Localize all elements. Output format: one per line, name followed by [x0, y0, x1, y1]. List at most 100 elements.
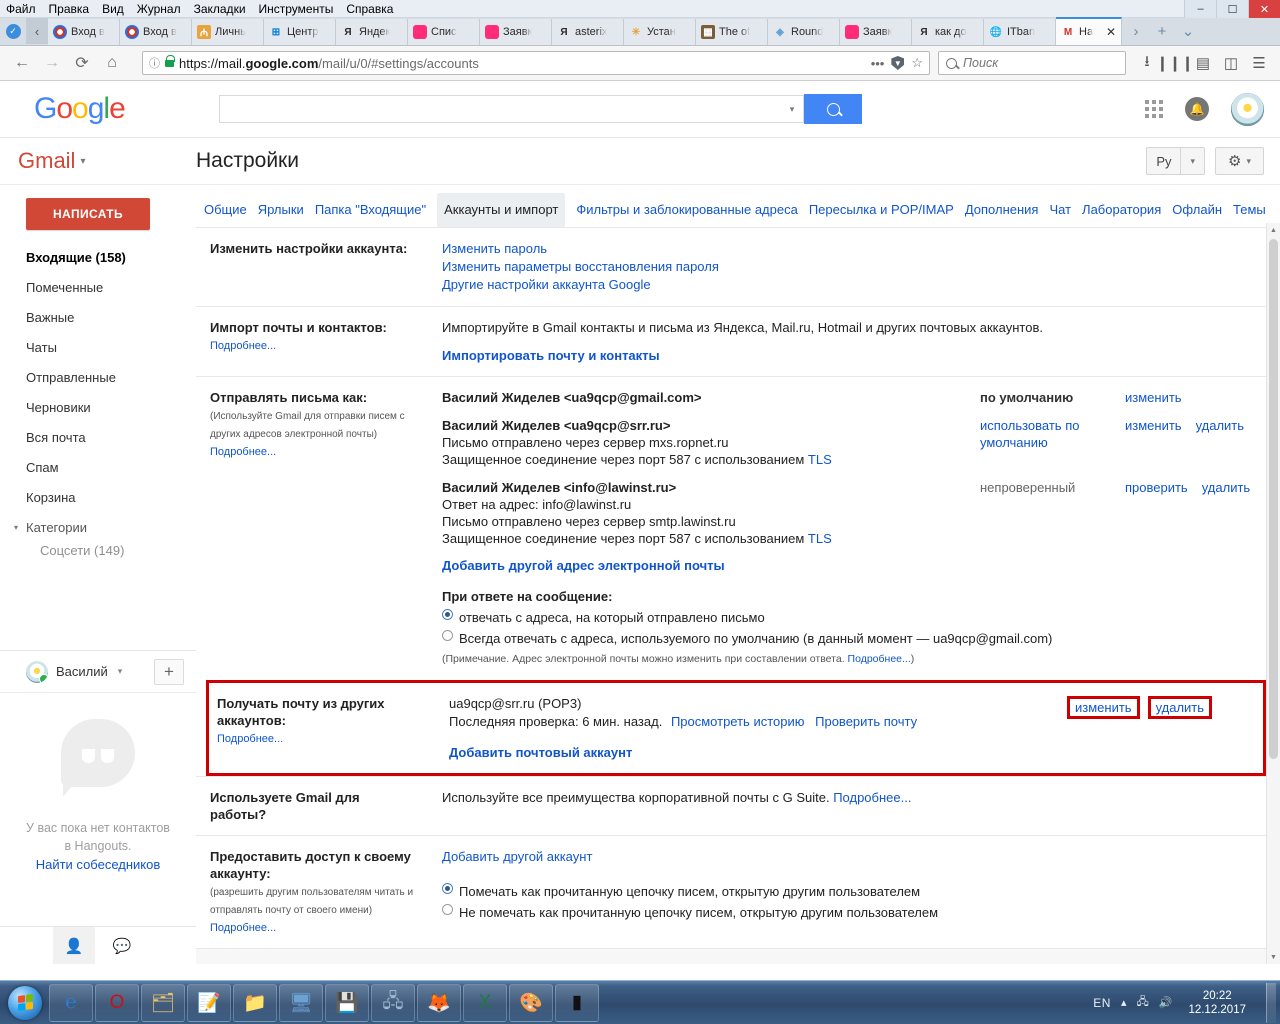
settings-tab[interactable]: Общие — [204, 196, 247, 224]
change-recovery-link[interactable]: Изменить параметры восстановления пароля — [442, 259, 719, 274]
settings-tab[interactable]: Темы — [1233, 196, 1266, 224]
settings-tab[interactable]: Офлайн — [1172, 196, 1222, 224]
gmail-search-input[interactable] — [220, 101, 781, 117]
show-desktop-button[interactable] — [1266, 982, 1276, 1023]
browser-tab[interactable]: ₼ Личнь — [192, 19, 264, 45]
scroll-up-button[interactable]: ▲ — [1267, 223, 1280, 237]
paint-icon[interactable]: 🎨 — [509, 983, 553, 1022]
tray-expand-icon[interactable]: ▴ — [1121, 996, 1127, 1009]
browser-tab[interactable]: ⊞ Центр — [264, 19, 336, 45]
browser-tab[interactable]: 🌐 ITban — [984, 19, 1056, 45]
settings-tab[interactable]: Аккаунты и импорт — [437, 193, 566, 227]
list-all-tabs-icon[interactable]: ⌄ — [1176, 18, 1200, 44]
delegate-option-row-2[interactable]: Не помечать как прочитанную цепочку писе… — [442, 904, 1280, 921]
cmd-icon[interactable]: ▮ — [555, 983, 599, 1022]
person-icon[interactable]: 👤 — [53, 927, 95, 964]
sidebar-icon[interactable]: ◫ — [1218, 49, 1244, 77]
gmail-search-box[interactable]: ▾ — [219, 95, 804, 123]
reply-option-row-1[interactable]: отвечать с адреса, на который отправлено… — [442, 609, 1280, 626]
chevron-down-icon[interactable]: ▾ — [1181, 148, 1204, 174]
sidebar-item-mailbox[interactable]: Чаты — [0, 332, 196, 362]
menu-tools[interactable]: Инструменты — [259, 2, 334, 16]
gsuite-more-link[interactable]: Подробнее... — [833, 790, 911, 805]
address-bar[interactable]: ⓘ https://mail.google.com/mail/u/0/#sett… — [142, 51, 930, 75]
sidebar-item-inbox[interactable]: Входящие (158) — [0, 242, 196, 272]
browser-tab[interactable]: Заявк — [840, 19, 912, 45]
browser-tab[interactable]: Якак до — [912, 19, 984, 45]
settings-tab[interactable]: Фильтры и заблокированные адреса — [576, 196, 797, 224]
radio-reply-from-default[interactable] — [442, 630, 453, 641]
pop3-check-mail-link[interactable]: Проверить почту — [815, 714, 917, 729]
browser-tab[interactable]: ▦ The of — [696, 19, 768, 45]
scrollbar-thumb[interactable] — [1269, 239, 1278, 759]
tls-link[interactable]: TLS — [808, 452, 832, 467]
menu-view[interactable]: Вид — [102, 2, 124, 16]
notepad-icon[interactable]: 📝 — [187, 983, 231, 1022]
settings-tab[interactable]: Пересылка и POP/IMAP — [809, 196, 954, 224]
reply-note-link[interactable]: Подробнее... — [848, 653, 911, 665]
menu-bookmarks[interactable]: Закладки — [194, 2, 246, 16]
page-info-icon[interactable]: ⓘ — [149, 55, 160, 71]
bookmark-star-icon[interactable]: ☆ — [911, 55, 923, 71]
menu-history[interactable]: Журнал — [137, 2, 181, 16]
radio-reply-from-received[interactable] — [442, 609, 453, 620]
sidebar-item-mailbox[interactable]: Черновики — [0, 392, 196, 422]
language-button[interactable]: Ру ▾ — [1146, 147, 1206, 175]
modem-icon[interactable]: 🖧 — [371, 983, 415, 1022]
change-password-link[interactable]: Изменить пароль — [442, 241, 547, 256]
close-window-button[interactable]: ✕ — [1248, 0, 1280, 18]
search-options-caret-icon[interactable]: ▾ — [781, 104, 803, 115]
gmail-search-button[interactable] — [804, 94, 862, 124]
explorer-folder-icon[interactable]: 🗂 — [141, 983, 185, 1022]
bell-icon[interactable]: 🔔 — [1185, 97, 1209, 121]
network-tray-icon[interactable]: 🖧 — [1136, 993, 1148, 1012]
radio-mark-as-read[interactable] — [442, 883, 453, 894]
send-as-address-status[interactable]: использовать по умолчанию — [980, 417, 1125, 468]
start-orb[interactable] — [2, 983, 48, 1023]
sidebar-item-mailbox[interactable]: Важные — [0, 302, 196, 332]
gmail-dropdown[interactable]: Gmail ▾ — [0, 148, 196, 174]
settings-tab[interactable]: Лаборатория — [1082, 196, 1161, 224]
hangouts-icon[interactable]: 💬 — [101, 927, 143, 964]
sidebar-item-mailbox[interactable]: Вся почта — [0, 422, 196, 452]
settings-tab[interactable]: Папка "Входящие" — [315, 196, 426, 224]
home-button[interactable]: ⌂ — [98, 49, 126, 77]
browser-tab[interactable]: Спис — [408, 19, 480, 45]
radio-dont-mark-as-read[interactable] — [442, 904, 453, 915]
sidebar-item-mailbox[interactable]: Корзина — [0, 482, 196, 512]
sidebar-item-mailbox[interactable]: Помеченные — [0, 272, 196, 302]
hangouts-user-row[interactable]: Василий ▾ + — [0, 651, 196, 693]
excel-icon[interactable]: X — [463, 983, 507, 1022]
browser-tab[interactable]: ◈ Round — [768, 19, 840, 45]
import-mail-link[interactable]: Импортировать почту и контакты — [442, 348, 660, 363]
chevron-down-icon[interactable]: ▾ — [118, 666, 123, 677]
save-icon[interactable]: 💾 — [325, 983, 369, 1022]
delegate-more-link[interactable]: Подробнее... — [210, 922, 276, 934]
import-more-link[interactable]: Подробнее... — [210, 340, 276, 352]
send-as-action-проверить[interactable]: проверить — [1125, 479, 1188, 547]
pop3-more-link[interactable]: Подробнее... — [217, 733, 283, 745]
pop3-edit-link[interactable]: изменить — [1075, 700, 1132, 715]
sidebar-item-social[interactable]: Соцсети (149) — [0, 542, 196, 558]
settings-tab[interactable]: Чат — [1049, 196, 1071, 224]
clock[interactable]: 20:22 12.12.2017 — [1182, 989, 1252, 1017]
avatar[interactable] — [1231, 92, 1264, 126]
content-scrollbar[interactable]: ▲ ▼ — [1266, 223, 1280, 964]
outlook-icon[interactable]: 📁 — [233, 983, 277, 1022]
network-icon[interactable]: 🖥 — [279, 983, 323, 1022]
pinned-tab-icon[interactable]: ✓ — [0, 17, 26, 45]
send-as-action-удалить[interactable]: удалить — [1196, 417, 1244, 468]
send-as-action-изменить[interactable]: изменить — [1125, 417, 1182, 468]
other-google-settings-link[interactable]: Другие настройки аккаунта Google — [442, 277, 651, 292]
maximize-button[interactable]: ☐ — [1216, 0, 1248, 18]
settings-gear-button[interactable]: ⚙ ▾ — [1215, 147, 1264, 175]
browser-tab[interactable]: M На ✕ — [1056, 17, 1122, 45]
pop3-delete-link[interactable]: удалить — [1156, 700, 1204, 715]
reply-option-row-2[interactable]: Всегда отвечать с адреса, используемого … — [442, 630, 1280, 647]
screenshot-icon[interactable]: ▤ — [1190, 49, 1216, 77]
close-tab-icon[interactable]: ✕ — [1106, 25, 1116, 39]
browser-tab[interactable]: Вход в — [48, 19, 120, 45]
add-mail-account-link[interactable]: Добавить почтовый аккаунт — [449, 745, 632, 760]
delegate-option-row-1[interactable]: Помечать как прочитанную цепочку писем, … — [442, 883, 1280, 900]
volume-icon[interactable]: 🔊 — [1159, 996, 1173, 1009]
